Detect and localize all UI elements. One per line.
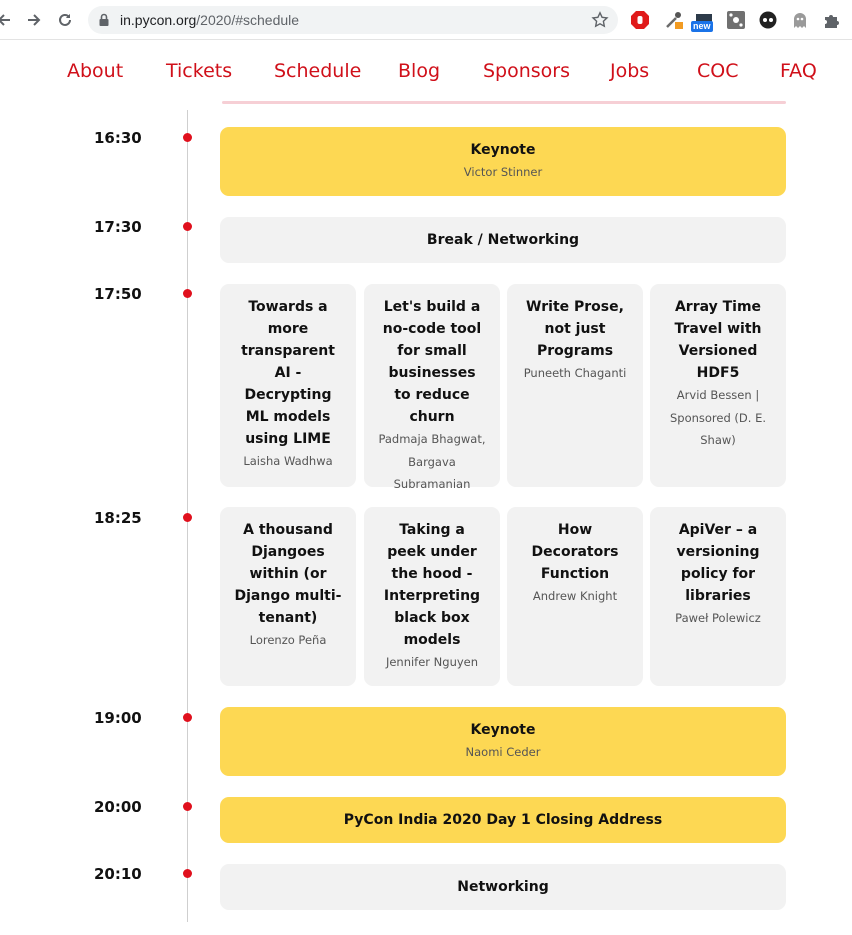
talk-title: A thousand Djangoes within (or Django mu… [234, 522, 342, 626]
break-card[interactable]: Break / Networking [220, 217, 786, 263]
browser-toolbar: in.pycon.org/2020/#schedule new [0, 0, 852, 40]
talk-title: ApiVer – a versioning policy for librari… [676, 522, 760, 604]
talk-card[interactable]: ApiVer – a versioning policy for librari… [650, 507, 786, 686]
nav-tickets[interactable]: Tickets [166, 60, 232, 82]
lock-icon [98, 13, 110, 32]
slot-time: 20:10 [94, 865, 142, 883]
slot-time: 16:30 [94, 129, 142, 147]
talk-card[interactable]: Taking a peek under the hood - Interpret… [364, 507, 500, 686]
nav-coc[interactable]: COC [697, 60, 739, 82]
slot-time: 18:25 [94, 509, 142, 527]
ghost-icon[interactable] [790, 10, 810, 30]
talk-speaker: Puneeth Chaganti [523, 366, 627, 380]
session-title: PyCon India 2020 Day 1 Closing Address [343, 812, 663, 828]
session-title: Networking [457, 879, 549, 895]
talk-title: Array Time Travel with Versioned HDF5 [674, 299, 762, 381]
talk-title: Taking a peek under the hood - Interpret… [383, 522, 481, 648]
timeline-dot [183, 869, 192, 878]
talk-card[interactable]: Let's build a no-code tool for small bus… [364, 284, 500, 491]
talk-speaker: Laisha Wadhwa [243, 454, 333, 468]
timeline-dot [183, 133, 192, 142]
reload-icon[interactable] [53, 8, 77, 32]
nav-about[interactable]: About [67, 60, 123, 82]
talk-title: Towards a more transparent AI - Decrypti… [241, 299, 335, 447]
talk-speaker: Jennifer Nguyen [385, 655, 479, 669]
talk-speaker: Andrew Knight [532, 589, 618, 603]
keynote-card[interactable]: Keynote Naomi Ceder [220, 707, 786, 776]
back-arrow-icon[interactable] [0, 8, 16, 32]
talk-card[interactable]: A thousand Djangoes within (or Django mu… [220, 507, 356, 686]
slot-time: 19:00 [94, 709, 142, 727]
adblock-icon[interactable] [630, 10, 650, 30]
talk-card[interactable]: Towards a more transparent AI - Decrypti… [220, 284, 356, 487]
session-title: Keynote [470, 142, 536, 158]
spy-icon[interactable] [758, 10, 778, 30]
session-speaker: Naomi Ceder [465, 745, 541, 759]
keynote-card[interactable]: Keynote Victor Stinner [220, 127, 786, 196]
talk-card[interactable]: Array Time Travel with Versioned HDF5 Ar… [650, 284, 786, 487]
nav-blog[interactable]: Blog [398, 60, 440, 82]
nav-faq[interactable]: FAQ [780, 60, 817, 82]
session-title: Keynote [470, 722, 536, 738]
slot-time: 17:30 [94, 218, 142, 236]
puzzle-icon[interactable] [822, 10, 842, 30]
new-badge: new [691, 21, 713, 32]
talk-title: How Decorators Function [531, 522, 619, 582]
talk-speaker: Paweł Polewicz [675, 611, 761, 625]
timeline-dot [183, 222, 192, 231]
session-speaker: Victor Stinner [463, 165, 543, 179]
timeline-dot [183, 713, 192, 722]
session-title: Break / Networking [426, 232, 580, 248]
hub-icon[interactable] [726, 10, 746, 30]
talk-speaker: Lorenzo Peña [249, 633, 327, 647]
slot-time: 17:50 [94, 285, 142, 303]
talk-speaker: Padmaja Bhagwat, Bargava Subramanian [378, 432, 486, 491]
timeline-dot [183, 289, 192, 298]
talk-title: Write Prose, not just Programs [526, 299, 624, 359]
eyedropper-icon[interactable] [664, 10, 684, 30]
timeline-dot [183, 513, 192, 522]
talk-speaker: Arvid Bessen | Sponsored (D. E. Shaw) [669, 388, 767, 447]
address-bar[interactable]: in.pycon.org/2020/#schedule [88, 6, 618, 34]
forward-arrow-icon[interactable] [22, 8, 46, 32]
nav-jobs[interactable]: Jobs [610, 60, 649, 82]
talk-card[interactable]: Write Prose, not just Programs Puneeth C… [507, 284, 643, 487]
closing-address-card[interactable]: PyCon India 2020 Day 1 Closing Address [220, 797, 786, 843]
slot-time: 20:00 [94, 798, 142, 816]
previous-card-edge [222, 101, 786, 104]
site-nav: About Tickets Schedule Blog Sponsors Job… [0, 40, 852, 102]
talk-card[interactable]: How Decorators Function Andrew Knight [507, 507, 643, 686]
nav-schedule[interactable]: Schedule [274, 60, 361, 82]
talk-title: Let's build a no-code tool for small bus… [382, 299, 482, 425]
networking-card[interactable]: Networking [220, 864, 786, 910]
nav-sponsors[interactable]: Sponsors [483, 60, 570, 82]
new-extension-icon[interactable]: new [691, 10, 714, 32]
timeline-dot [183, 802, 192, 811]
star-icon[interactable] [591, 11, 609, 34]
url-text: in.pycon.org/2020/#schedule [120, 12, 300, 28]
